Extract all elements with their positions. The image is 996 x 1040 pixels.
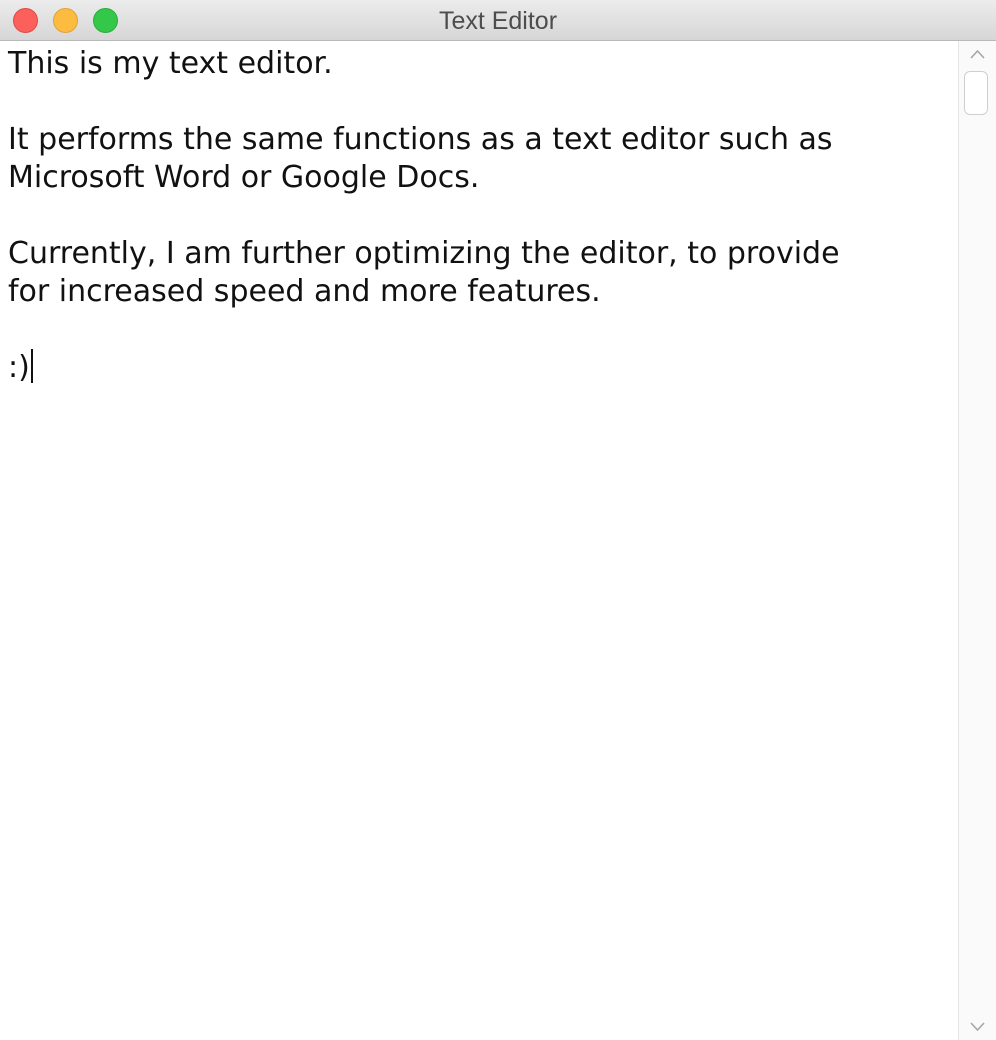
text-line: It performs the same functions as a text… <box>8 122 833 157</box>
title-bar[interactable]: Text Editor <box>0 0 996 41</box>
text-line: Microsoft Word or Google Docs. <box>8 160 480 195</box>
chevron-up-icon <box>970 49 985 59</box>
scroll-thumb[interactable] <box>964 71 988 115</box>
scroll-down-button[interactable] <box>959 1016 996 1038</box>
vertical-scrollbar[interactable] <box>958 41 996 1040</box>
text-editor-window: Text Editor This is my text editor. It p… <box>0 0 996 1040</box>
text-line: Currently, I am further optimizing the e… <box>8 236 840 271</box>
window-title: Text Editor <box>438 7 558 35</box>
chevron-down-icon <box>970 1022 985 1032</box>
scroll-up-button[interactable] <box>959 43 996 65</box>
text-line-content: :) <box>8 350 30 385</box>
text-line-last: :) <box>8 349 950 387</box>
text-cursor <box>30 349 33 383</box>
text-line: for increased speed and more features. <box>8 274 601 309</box>
text-area[interactable]: This is my text editor. It performs the … <box>0 41 958 1040</box>
text-line: This is my text editor. <box>8 46 333 81</box>
